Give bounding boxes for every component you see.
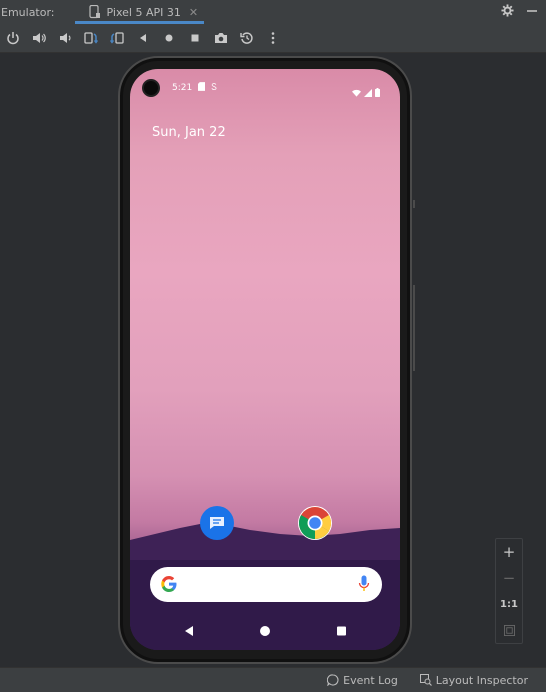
device-icon [88, 4, 101, 19]
tool-window-title: Emulator: [1, 5, 55, 19]
wifi-icon [352, 82, 361, 101]
signal-icon [364, 82, 372, 101]
status-bar-left: 5:21 [172, 82, 217, 94]
home-button[interactable] [156, 25, 182, 51]
overview-button[interactable] [182, 25, 208, 51]
rotate-left-icon [84, 32, 98, 44]
tab-close-icon[interactable]: ✕ [189, 6, 198, 19]
android-nav-bar [185, 626, 346, 636]
layout-inspector-button[interactable]: Layout Inspector [419, 673, 528, 687]
snapshot-button[interactable] [234, 25, 260, 51]
nav-recents-icon[interactable] [337, 626, 346, 636]
nav-home-icon[interactable] [260, 626, 270, 636]
volume-up-button[interactable] [26, 25, 52, 51]
battery-icon [375, 82, 380, 101]
power-icon [7, 32, 19, 45]
zoom-out-button[interactable]: − [496, 565, 522, 591]
event-log-button[interactable]: Event Log [327, 674, 398, 687]
snapshot-icon [240, 32, 253, 44]
microphone-icon[interactable] [358, 575, 370, 593]
chrome-icon[interactable] [298, 506, 332, 540]
fit-screen-icon [503, 624, 515, 636]
volume-down-icon [60, 33, 71, 43]
screenshot-icon [215, 33, 227, 43]
rotate-right-icon [110, 32, 124, 44]
event-log-label: Event Log [343, 673, 398, 687]
tool-window-header: Emulator: Pixel 5 API 31 ✕ [0, 0, 546, 24]
volume-up-icon [33, 33, 46, 43]
zoom-in-button[interactable]: + [496, 539, 522, 565]
side-button-volume [413, 285, 415, 371]
more-button[interactable] [260, 25, 286, 51]
date-widget[interactable]: Sun, Jan 22 [152, 125, 226, 140]
google-logo-icon [161, 576, 177, 592]
emulator-toolbar [0, 24, 546, 53]
sd-card-icon [198, 82, 206, 94]
minimize-icon[interactable] [526, 5, 538, 20]
layout-inspector-icon [419, 674, 432, 686]
messages-icon[interactable] [200, 506, 234, 540]
event-log-icon [327, 674, 339, 686]
camera-cutout [142, 79, 160, 97]
home-icon [165, 34, 173, 42]
overview-icon [191, 34, 199, 42]
back-icon [140, 34, 146, 42]
volume-down-button[interactable] [52, 25, 78, 51]
tab-pixel-5-api-31[interactable]: Pixel 5 API 31 ✕ [74, 0, 205, 24]
zoom-controls: + − 1:1 [495, 538, 523, 644]
zoom-actual-size-button[interactable]: 1:1 [496, 591, 522, 617]
side-button-power [413, 200, 415, 208]
nav-back-icon[interactable] [185, 626, 193, 636]
power-button[interactable] [0, 25, 26, 51]
screenshot-button[interactable] [208, 25, 234, 51]
layout-inspector-label: Layout Inspector [435, 673, 528, 687]
gear-icon[interactable] [501, 4, 514, 20]
tab-label: Pixel 5 API 31 [106, 5, 181, 19]
back-button[interactable] [130, 25, 156, 51]
notification-s-icon [211, 82, 217, 94]
device-screen[interactable]: 5:21 Sun, Jan 22 [130, 69, 400, 650]
zoom-fit-button[interactable] [496, 617, 522, 643]
status-bar-right [352, 82, 380, 101]
rotate-left-button[interactable] [78, 25, 104, 51]
rotate-right-button[interactable] [104, 25, 130, 51]
more-icon [271, 32, 275, 44]
status-time: 5:21 [172, 83, 193, 93]
ide-status-bar: Event Log Layout Inspector [0, 667, 546, 692]
google-search-bar[interactable] [150, 567, 382, 602]
